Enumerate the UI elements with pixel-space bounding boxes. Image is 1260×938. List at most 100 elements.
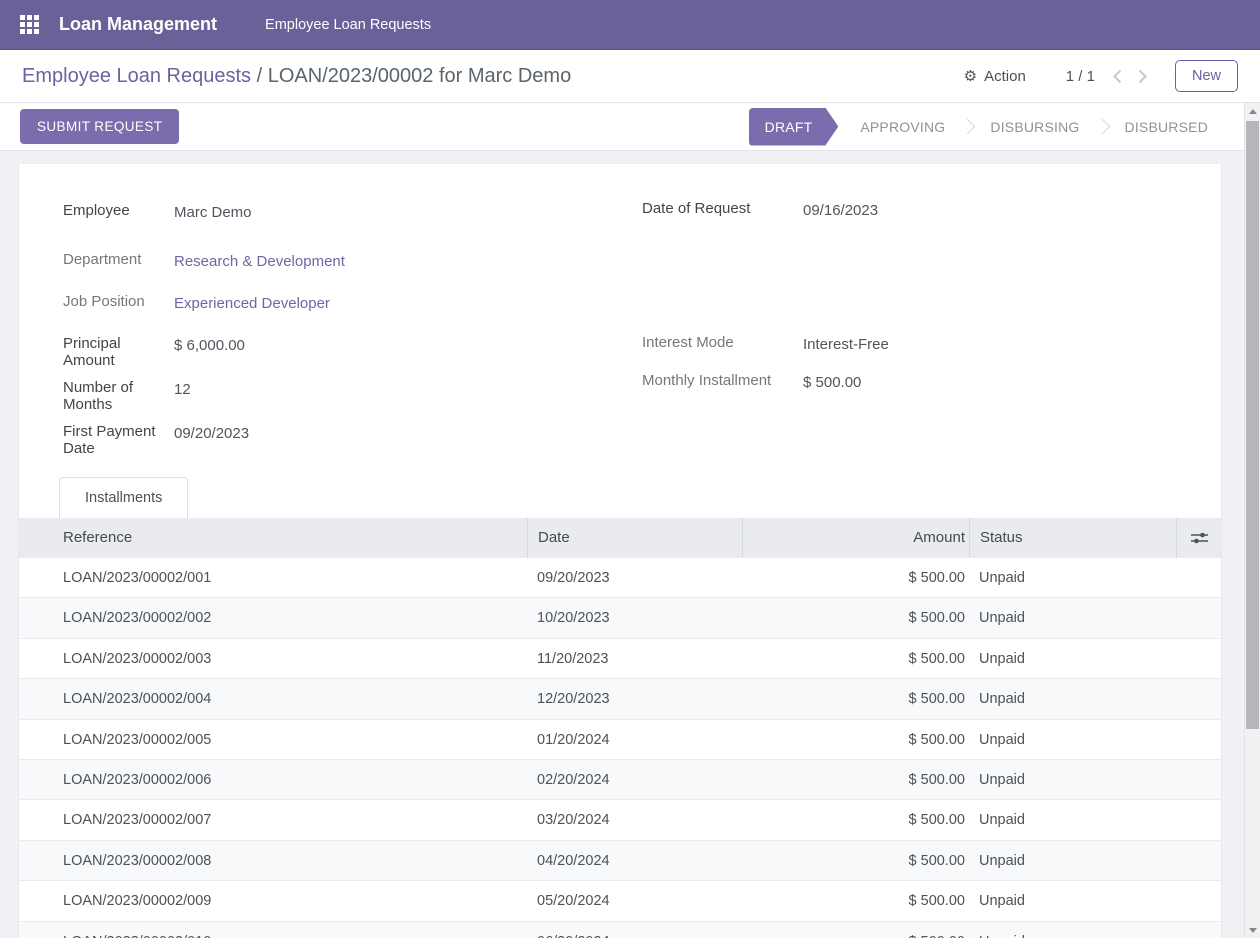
cell-amount[interactable]: $ 500.00 bbox=[742, 558, 969, 597]
cell-status[interactable]: Unpaid bbox=[969, 841, 1176, 880]
cell-amount[interactable]: $ 500.00 bbox=[742, 720, 969, 759]
top-navbar: Loan Management Employee Loan Requests bbox=[0, 0, 1260, 50]
field-principal-amount: Principal Amount $ 6,000.00 bbox=[63, 335, 245, 369]
table-row[interactable]: LOAN/2023/00002/003 11/20/2023 $ 500.00 … bbox=[19, 639, 1221, 679]
cell-date[interactable]: 12/20/2023 bbox=[527, 679, 742, 718]
cell-reference[interactable]: LOAN/2023/00002/010 bbox=[19, 922, 527, 938]
cell-spacer bbox=[1176, 639, 1221, 678]
cell-status[interactable]: Unpaid bbox=[969, 922, 1176, 938]
principal-amount-value[interactable]: $ 6,000.00 bbox=[174, 335, 245, 369]
table-row[interactable]: LOAN/2023/00002/005 01/20/2024 $ 500.00 … bbox=[19, 720, 1221, 760]
cell-amount[interactable]: $ 500.00 bbox=[742, 881, 969, 920]
cell-reference[interactable]: LOAN/2023/00002/009 bbox=[19, 881, 527, 920]
cell-spacer bbox=[1176, 760, 1221, 799]
cell-reference[interactable]: LOAN/2023/00002/002 bbox=[19, 598, 527, 637]
stage-approving[interactable]: APPROVING bbox=[846, 119, 959, 135]
action-menu-button[interactable]: ⚙ Action bbox=[964, 67, 1026, 85]
column-header-reference[interactable]: Reference bbox=[19, 518, 527, 558]
cell-status[interactable]: Unpaid bbox=[969, 800, 1176, 839]
submit-request-button[interactable]: SUBMIT REQUEST bbox=[20, 109, 179, 144]
notebook: Installments Reference Date Amount Statu… bbox=[19, 477, 1221, 938]
table-row[interactable]: LOAN/2023/00002/010 06/20/2024 $ 500.00 … bbox=[19, 922, 1221, 938]
cell-amount[interactable]: $ 500.00 bbox=[742, 760, 969, 799]
cell-date[interactable]: 10/20/2023 bbox=[527, 598, 742, 637]
field-department: Department Research & Development bbox=[63, 251, 345, 270]
job-position-link[interactable]: Experienced Developer bbox=[174, 293, 330, 312]
cell-date[interactable]: 03/20/2024 bbox=[527, 800, 742, 839]
table-row[interactable]: LOAN/2023/00002/006 02/20/2024 $ 500.00 … bbox=[19, 760, 1221, 800]
cell-reference[interactable]: LOAN/2023/00002/007 bbox=[19, 800, 527, 839]
stage-pipeline: DRAFT APPROVING DISBURSING DISBURSED bbox=[749, 108, 1222, 146]
cell-reference[interactable]: LOAN/2023/00002/008 bbox=[19, 841, 527, 880]
first-payment-date-value[interactable]: 09/20/2023 bbox=[174, 423, 249, 457]
cell-amount[interactable]: $ 500.00 bbox=[742, 841, 969, 880]
cell-amount[interactable]: $ 500.00 bbox=[742, 598, 969, 637]
cell-date[interactable]: 06/20/2024 bbox=[527, 922, 742, 938]
field-label: Interest Mode bbox=[642, 334, 803, 353]
field-number-of-months: Number of Months 12 bbox=[63, 379, 191, 413]
date-of-request-value[interactable]: 09/16/2023 bbox=[803, 200, 878, 219]
control-panel: Employee Loan Requests / LOAN/2023/00002… bbox=[0, 50, 1260, 103]
column-header-status[interactable]: Status bbox=[969, 518, 1176, 558]
optional-columns-button[interactable] bbox=[1176, 518, 1221, 558]
cell-date[interactable]: 04/20/2024 bbox=[527, 841, 742, 880]
table-row[interactable]: LOAN/2023/00002/002 10/20/2023 $ 500.00 … bbox=[19, 598, 1221, 638]
cell-date[interactable]: 09/20/2023 bbox=[527, 558, 742, 597]
cell-status[interactable]: Unpaid bbox=[969, 760, 1176, 799]
cell-status[interactable]: Unpaid bbox=[969, 720, 1176, 759]
field-employee: Employee Marc Demo bbox=[63, 202, 252, 221]
stage-draft[interactable]: DRAFT bbox=[749, 108, 839, 146]
cell-reference[interactable]: LOAN/2023/00002/003 bbox=[19, 639, 527, 678]
cell-status[interactable]: Unpaid bbox=[969, 639, 1176, 678]
cell-amount[interactable]: $ 500.00 bbox=[742, 800, 969, 839]
cell-date[interactable]: 02/20/2024 bbox=[527, 760, 742, 799]
stage-disbursing[interactable]: DISBURSING bbox=[976, 119, 1093, 135]
scrollbar-down-icon[interactable] bbox=[1245, 922, 1260, 938]
app-title[interactable]: Loan Management bbox=[59, 14, 217, 35]
table-row[interactable]: LOAN/2023/00002/004 12/20/2023 $ 500.00 … bbox=[19, 679, 1221, 719]
monthly-installment-value[interactable]: $ 500.00 bbox=[803, 372, 861, 391]
cell-reference[interactable]: LOAN/2023/00002/004 bbox=[19, 679, 527, 718]
cell-status[interactable]: Unpaid bbox=[969, 881, 1176, 920]
cell-reference[interactable]: LOAN/2023/00002/001 bbox=[19, 558, 527, 597]
field-label: Employee bbox=[63, 202, 174, 221]
breadcrumb-parent-link[interactable]: Employee Loan Requests bbox=[22, 65, 251, 87]
breadcrumb-current: LOAN/2023/00002 for Marc Demo bbox=[268, 65, 572, 87]
pager-previous-icon[interactable] bbox=[1113, 69, 1122, 84]
cell-status[interactable]: Unpaid bbox=[969, 598, 1176, 637]
number-of-months-value[interactable]: 12 bbox=[174, 379, 191, 413]
pager-next-icon[interactable] bbox=[1138, 69, 1147, 84]
cell-spacer bbox=[1176, 800, 1221, 839]
cell-date[interactable]: 01/20/2024 bbox=[527, 720, 742, 759]
column-header-amount[interactable]: Amount bbox=[742, 518, 969, 558]
cell-spacer bbox=[1176, 598, 1221, 637]
table-row[interactable]: LOAN/2023/00002/007 03/20/2024 $ 500.00 … bbox=[19, 800, 1221, 840]
scrollbar-thumb[interactable] bbox=[1246, 121, 1259, 729]
vertical-scrollbar[interactable] bbox=[1244, 103, 1260, 938]
table-row[interactable]: LOAN/2023/00002/008 04/20/2024 $ 500.00 … bbox=[19, 841, 1221, 881]
cell-status[interactable]: Unpaid bbox=[969, 558, 1176, 597]
cell-status[interactable]: Unpaid bbox=[969, 679, 1176, 718]
stage-disbursed[interactable]: DISBURSED bbox=[1111, 119, 1222, 135]
interest-mode-value[interactable]: Interest-Free bbox=[803, 334, 889, 353]
cell-reference[interactable]: LOAN/2023/00002/005 bbox=[19, 720, 527, 759]
installments-table-header: Reference Date Amount Status bbox=[19, 518, 1221, 558]
cell-date[interactable]: 11/20/2023 bbox=[527, 639, 742, 678]
stage-chevron-icon bbox=[1094, 119, 1110, 135]
tab-installments[interactable]: Installments bbox=[59, 477, 188, 518]
scrollbar-up-icon[interactable] bbox=[1245, 103, 1260, 119]
cell-amount[interactable]: $ 500.00 bbox=[742, 679, 969, 718]
menu-item-employee-loan-requests[interactable]: Employee Loan Requests bbox=[265, 17, 431, 33]
new-button[interactable]: New bbox=[1175, 60, 1238, 92]
cell-reference[interactable]: LOAN/2023/00002/006 bbox=[19, 760, 527, 799]
column-header-date[interactable]: Date bbox=[527, 518, 742, 558]
cell-amount[interactable]: $ 500.00 bbox=[742, 639, 969, 678]
table-row[interactable]: LOAN/2023/00002/009 05/20/2024 $ 500.00 … bbox=[19, 881, 1221, 921]
field-label: Date of Request bbox=[642, 200, 803, 219]
cell-date[interactable]: 05/20/2024 bbox=[527, 881, 742, 920]
cell-amount[interactable]: $ 500.00 bbox=[742, 922, 969, 938]
apps-grid-icon[interactable] bbox=[20, 15, 39, 34]
department-link[interactable]: Research & Development bbox=[174, 251, 345, 270]
employee-value[interactable]: Marc Demo bbox=[174, 202, 252, 221]
table-row[interactable]: LOAN/2023/00002/001 09/20/2023 $ 500.00 … bbox=[19, 558, 1221, 598]
